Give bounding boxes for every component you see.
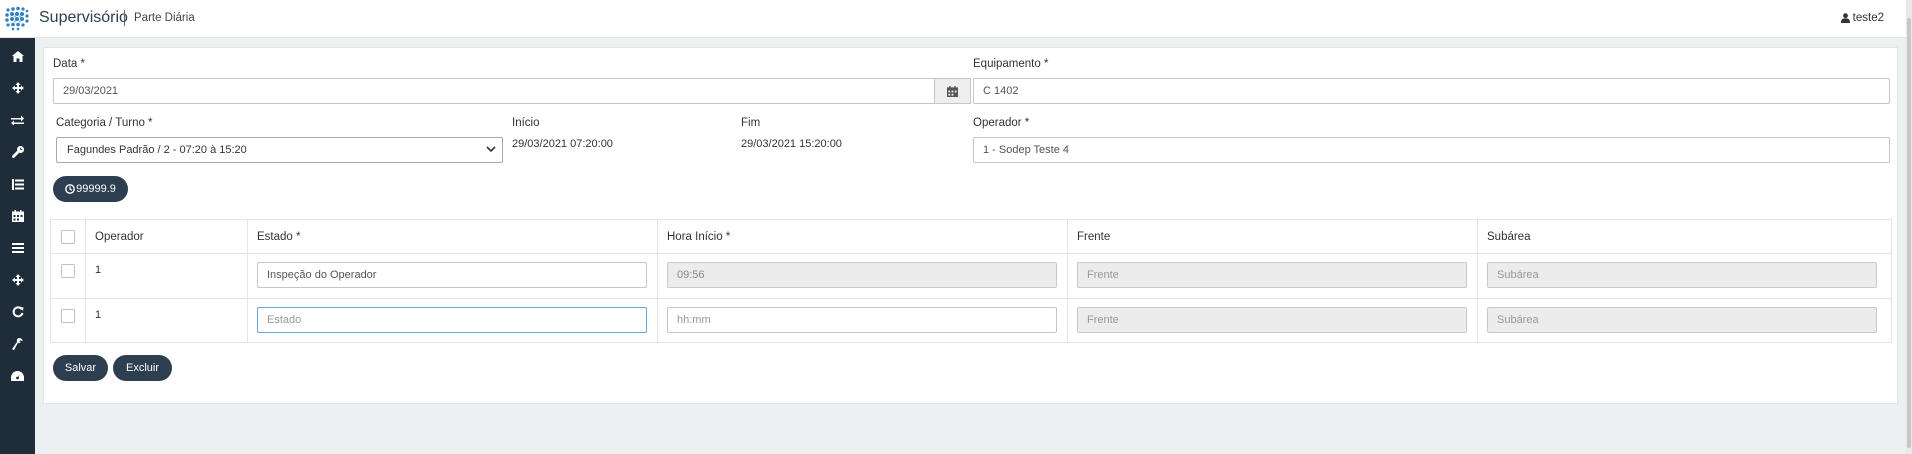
sidebar-item-exchange[interactable] — [0, 107, 35, 133]
inicio-label: Início — [512, 117, 540, 129]
column-header-estado: Estado * — [257, 231, 301, 243]
clock-icon — [65, 184, 76, 194]
logo-icon — [5, 6, 29, 31]
row-operador: 1 — [95, 309, 102, 321]
column-header-hora-inicio: Hora Início * — [667, 231, 731, 243]
dashboard-icon — [11, 371, 24, 381]
estado-input[interactable] — [257, 262, 647, 288]
select-all-checkbox[interactable] — [61, 230, 75, 244]
user-name: teste2 — [1852, 12, 1884, 24]
table-row: 1 — [51, 254, 1891, 299]
sidebar-item-move[interactable] — [0, 75, 35, 101]
row-operador: 1 — [95, 264, 102, 276]
delete-button[interactable]: Excluir — [113, 355, 172, 381]
sidebar-item-list[interactable] — [0, 171, 35, 197]
sidebar-item-move-2[interactable] — [0, 267, 35, 293]
column-header-frente: Frente — [1077, 231, 1111, 243]
data-input[interactable] — [53, 78, 935, 104]
page-scrollbar[interactable] — [1906, 0, 1912, 454]
move-icon — [11, 274, 24, 286]
operador-input[interactable] — [973, 137, 1890, 163]
hourmeter-badge[interactable]: 99999.9 — [53, 176, 128, 202]
data-label: Data * — [53, 58, 85, 70]
home-icon — [11, 50, 24, 62]
fim-label: Fim — [741, 117, 761, 129]
equipamento-input[interactable] — [973, 78, 1890, 104]
sidebar-item-refresh[interactable] — [0, 299, 35, 325]
inicio-value: 29/03/2021 07:20:00 — [512, 138, 613, 150]
app-title: Supervisório — [39, 9, 128, 26]
top-bar: Supervisório Parte Diária teste2 — [0, 0, 1912, 38]
calendar-icon — [11, 210, 24, 222]
title-divider — [124, 10, 125, 26]
page-subtitle: Parte Diária — [134, 12, 195, 24]
save-button[interactable]: Salvar — [53, 355, 108, 381]
refresh-icon — [12, 306, 23, 318]
hourmeter-value: 99999.9 — [76, 183, 116, 195]
hora-inicio-input[interactable] — [667, 262, 1057, 288]
categoria-turno-select[interactable]: Fagundes Padrão / 2 - 07:20 à 15:20 — [56, 137, 503, 163]
scrollbar-thumb[interactable] — [1907, 18, 1911, 448]
categoria-turno-label: Categoria / Turno * — [56, 117, 153, 129]
exchange-icon — [11, 115, 24, 125]
estado-input[interactable] — [257, 307, 647, 333]
tool-icon — [12, 338, 23, 350]
calendar-icon — [947, 85, 958, 97]
sidebar-item-tool[interactable] — [0, 331, 35, 357]
frente-input[interactable] — [1077, 307, 1467, 333]
fim-value: 29/03/2021 15:20:00 — [741, 138, 842, 150]
sidebar-item-menu[interactable] — [0, 235, 35, 261]
table-header-row: Operador Estado * Hora Início * Frente S… — [51, 220, 1891, 254]
frente-input[interactable] — [1077, 262, 1467, 288]
sidebar-item-wrench[interactable] — [0, 139, 35, 165]
row-checkbox[interactable] — [61, 264, 75, 278]
subarea-input[interactable] — [1487, 262, 1877, 288]
column-header-subarea: Subárea — [1487, 231, 1531, 243]
subarea-input[interactable] — [1487, 307, 1877, 333]
events-table: Operador Estado * Hora Início * Frente S… — [50, 219, 1892, 343]
wrench-icon — [11, 146, 24, 158]
move-icon — [11, 82, 24, 94]
user-menu[interactable]: teste2 — [1840, 12, 1884, 24]
chevron-down-icon — [486, 146, 496, 153]
main-panel: Data * Equipamento * Categoria / Turno *… — [43, 47, 1898, 404]
user-icon — [1840, 13, 1850, 23]
categoria-turno-value: Fagundes Padrão / 2 - 07:20 à 15:20 — [67, 144, 247, 156]
sidebar — [0, 38, 35, 454]
menu-icon — [11, 243, 24, 253]
column-header-operador: Operador — [95, 231, 144, 243]
row-checkbox[interactable] — [61, 309, 75, 323]
equipamento-label: Equipamento * — [973, 58, 1049, 70]
sidebar-item-calendar[interactable] — [0, 203, 35, 229]
date-picker-button[interactable] — [935, 78, 971, 104]
sidebar-item-dashboard[interactable] — [0, 363, 35, 389]
sidebar-item-home[interactable] — [0, 43, 35, 69]
table-row: 1 — [51, 299, 1891, 342]
list-icon — [11, 178, 24, 190]
operador-label: Operador * — [973, 117, 1030, 129]
hora-inicio-input[interactable] — [667, 307, 1057, 333]
